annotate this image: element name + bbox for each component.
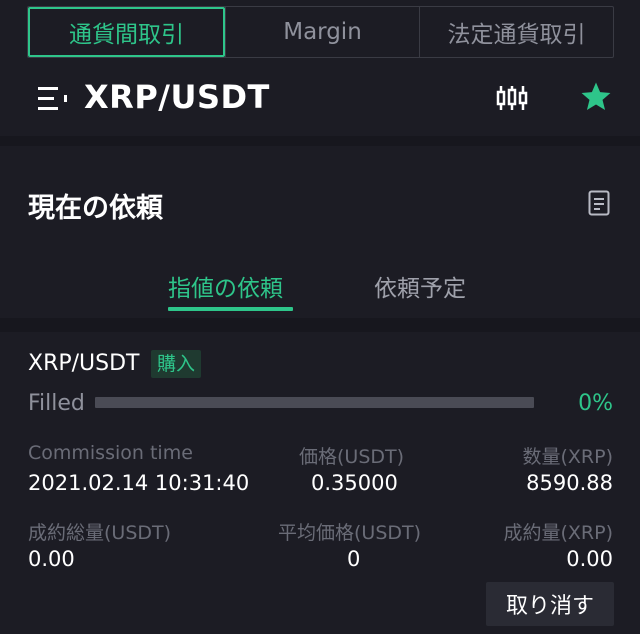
filled-percent: 0% xyxy=(578,391,613,416)
section-title: 現在の依頼 xyxy=(28,193,163,224)
amount-value: 8590.88 xyxy=(526,471,613,495)
filled-amount-label: 成約量(XRP) xyxy=(503,522,613,544)
list-divider xyxy=(0,318,640,332)
market-type-tabs: 通貨間取引 Margin 法定通貨取引 xyxy=(27,6,614,58)
section-divider xyxy=(0,136,640,146)
tab-fiat[interactable]: 法定通貨取引 xyxy=(419,7,613,57)
avg-price-label: 平均価格(USDT) xyxy=(278,522,422,544)
avg-price-value: 0 xyxy=(347,547,361,571)
filled-label: Filled xyxy=(28,391,85,416)
tab-limit-orders[interactable]: 指値の依頼 xyxy=(168,269,283,303)
document-icon[interactable] xyxy=(588,190,610,216)
tab-margin[interactable]: Margin xyxy=(225,7,419,57)
total-value: 0.00 xyxy=(28,547,75,571)
active-tab-indicator xyxy=(168,307,293,311)
pair-title[interactable]: XRP/USDT xyxy=(84,78,270,116)
tab-spot[interactable]: 通貨間取引 xyxy=(28,7,225,57)
star-icon[interactable] xyxy=(579,80,613,114)
filled-amount-value: 0.00 xyxy=(566,547,613,571)
candlestick-icon[interactable] xyxy=(496,84,528,112)
price-label: 価格(USDT) xyxy=(299,446,405,468)
side-badge: 購入 xyxy=(151,350,202,378)
tab-scheduled-orders[interactable]: 依頼予定 xyxy=(374,269,466,303)
amount-label: 数量(XRP) xyxy=(522,446,613,468)
time-label: Commission time xyxy=(28,442,193,464)
time-value: 2021.02.14 10:31:40 xyxy=(28,471,250,495)
order-pair: XRP/USDT xyxy=(28,351,140,376)
pair-header: XRP/USDT xyxy=(0,70,640,128)
cancel-order-button[interactable]: 取り消す xyxy=(486,582,614,626)
menu-lines-icon[interactable] xyxy=(38,86,68,112)
total-label: 成約総量(USDT) xyxy=(28,522,172,544)
order-type-tabs: 指値の依頼 依頼予定 xyxy=(0,265,640,313)
filled-progress-bar xyxy=(95,397,534,408)
price-value: 0.35000 xyxy=(311,471,398,495)
